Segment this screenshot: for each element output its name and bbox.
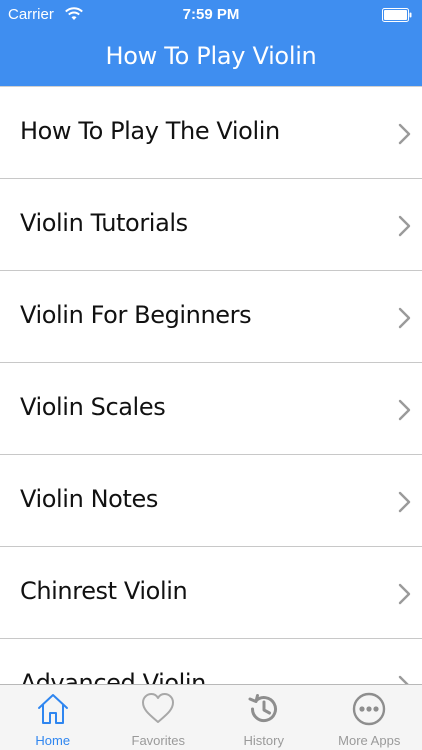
chevron-right-icon <box>398 491 411 513</box>
tab-label: Home <box>35 733 71 748</box>
status-time: 7:59 PM <box>182 6 240 23</box>
tab-favorites[interactable]: Favorites <box>106 685 212 750</box>
chevron-right-icon <box>398 675 409 684</box>
tab-label: History <box>243 733 284 748</box>
list-item[interactable]: Advanced Violin <box>0 639 422 684</box>
heart-icon <box>142 693 175 723</box>
chevron-right-icon <box>398 583 411 605</box>
chevron-right-icon <box>398 123 411 145</box>
home-icon <box>37 694 68 724</box>
list-item-label: Violin Tutorials <box>20 209 188 237</box>
list-item-label: How To Play The Violin <box>20 117 280 145</box>
more-icon <box>353 692 386 726</box>
tab-history[interactable]: History <box>211 685 317 750</box>
chevron-right-icon <box>398 215 411 237</box>
list-item-label: Violin Scales <box>20 393 166 421</box>
battery-icon <box>382 8 412 22</box>
list-item[interactable]: Violin Scales <box>0 363 422 455</box>
history-icon <box>248 694 277 723</box>
topic-list: How To Play The Violin Violin Tutorials … <box>0 86 422 684</box>
list-item[interactable]: Violin For Beginners <box>0 271 422 363</box>
status-bar: Carrier 7:59 PM <box>0 0 422 30</box>
tab-bar: Home Favorites History More Apps <box>0 684 422 750</box>
chevron-right-icon <box>398 399 411 421</box>
list-item[interactable]: How To Play The Violin <box>0 87 422 179</box>
list-item[interactable]: Violin Notes <box>0 455 422 547</box>
tab-more-apps[interactable]: More Apps <box>317 685 422 750</box>
tab-label: More Apps <box>338 733 401 748</box>
list-item-label: Violin For Beginners <box>20 301 252 329</box>
app-screen: Carrier 7:59 PM How To Play Violin How T… <box>0 0 422 750</box>
list-item[interactable]: Violin Tutorials <box>0 179 422 271</box>
nav-title: How To Play Violin <box>105 42 317 70</box>
tab-label: Favorites <box>131 733 185 748</box>
header: Carrier 7:59 PM How To Play Violin <box>0 0 422 86</box>
chevron-right-icon <box>398 307 411 329</box>
tab-home[interactable]: Home <box>0 685 106 750</box>
list-item-label: Violin Notes <box>20 485 158 513</box>
list-item-label: Advanced Violin <box>20 669 206 684</box>
list-item[interactable]: Chinrest Violin <box>0 547 422 639</box>
list-item-label: Chinrest Violin <box>20 577 188 605</box>
